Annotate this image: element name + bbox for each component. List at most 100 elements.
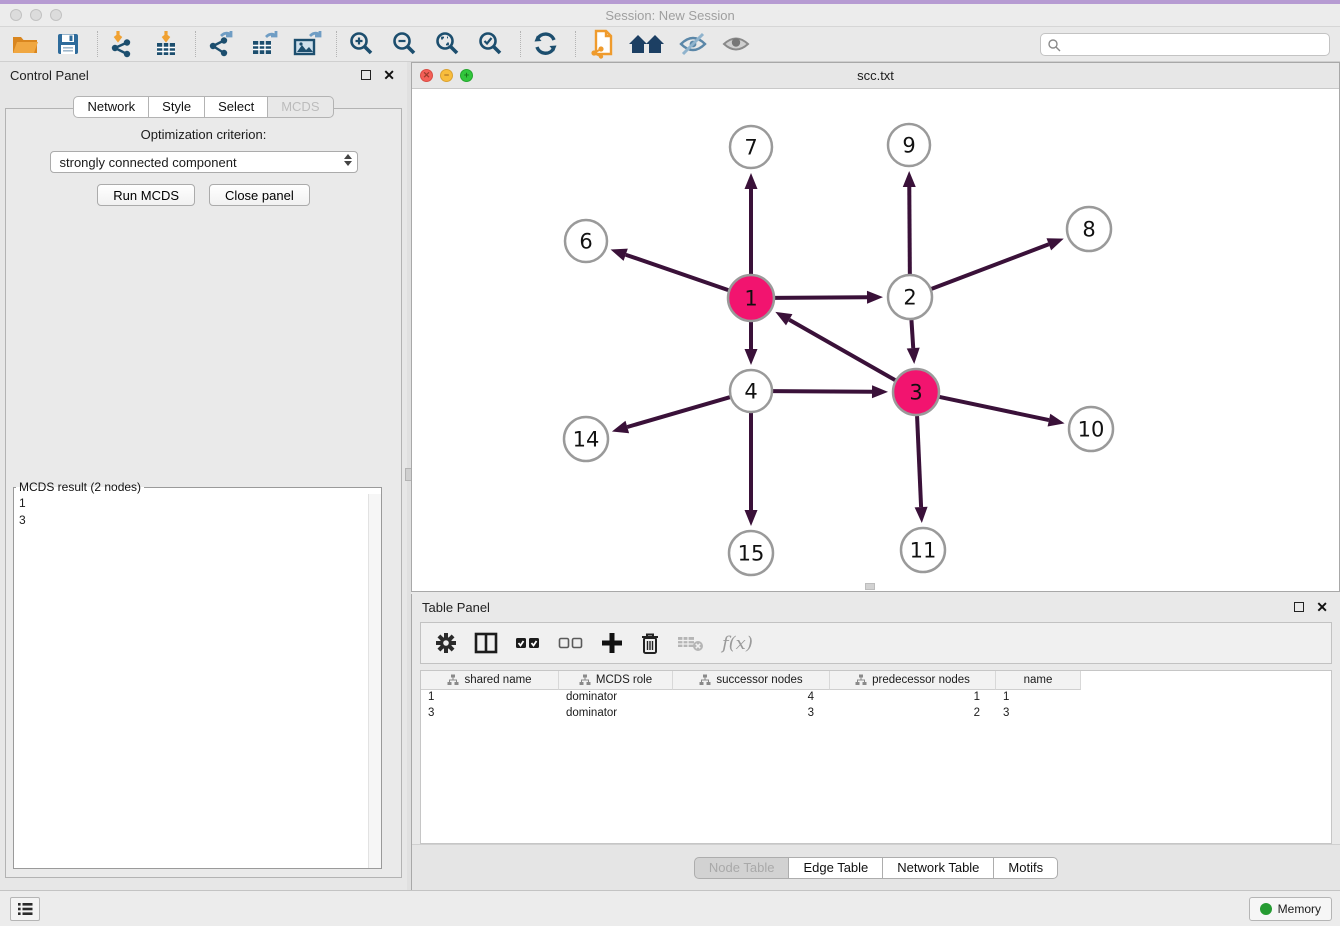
- graph-edge-arrowhead: [872, 385, 888, 398]
- home-button[interactable]: [627, 29, 667, 59]
- criterion-select[interactable]: strongly connected component: [50, 151, 358, 173]
- tab-style[interactable]: Style: [148, 96, 205, 118]
- refresh-button[interactable]: [529, 29, 563, 59]
- cell-mcds-role[interactable]: dominator: [559, 706, 673, 722]
- network-canvas[interactable]: 7968124314101511: [412, 89, 1339, 591]
- tab-mcds[interactable]: MCDS: [267, 96, 333, 118]
- control-panel: Control Panel ✕ Network Style Select MCD…: [0, 62, 407, 890]
- mcds-result-list[interactable]: 1 3: [14, 494, 367, 868]
- function-builder-icon[interactable]: f(x): [722, 633, 753, 654]
- graph-edge-2-3[interactable]: [911, 320, 913, 348]
- open-session-button[interactable]: [8, 29, 42, 59]
- tab-motifs[interactable]: Motifs: [993, 857, 1058, 879]
- graph-node-label: 3: [909, 381, 922, 405]
- cell-shared-name[interactable]: 3: [421, 706, 559, 722]
- graph-edge-4-14[interactable]: [627, 397, 730, 427]
- graph-edge-1-2[interactable]: [775, 297, 867, 298]
- table-panel-title: Table Panel: [422, 600, 490, 615]
- tab-edge-table[interactable]: Edge Table: [788, 857, 883, 879]
- close-panel-icon[interactable]: ✕: [1316, 600, 1328, 614]
- table-row[interactable]: 1 dominator 4 1 1: [421, 690, 1331, 706]
- zoom-fit-button[interactable]: [431, 29, 465, 59]
- graph-node-label: 15: [738, 542, 765, 566]
- toolbar-separator: [575, 31, 576, 57]
- cell-successor-nodes[interactable]: 4: [673, 690, 830, 706]
- cell-name[interactable]: 1: [996, 690, 1081, 706]
- export-network-button[interactable]: [204, 29, 238, 59]
- export-network-icon: [207, 30, 235, 58]
- zoom-selected-button[interactable]: [474, 29, 508, 59]
- graph-edge-2-9[interactable]: [909, 187, 910, 274]
- graph-node-label: 9: [902, 134, 915, 158]
- cell-shared-name[interactable]: 1: [421, 690, 559, 706]
- cell-successor-nodes[interactable]: 3: [673, 706, 830, 722]
- cell-name[interactable]: 3: [996, 706, 1081, 722]
- export-table-button[interactable]: [247, 29, 281, 59]
- import-table-button[interactable]: [149, 29, 183, 59]
- hide-selected-button[interactable]: [676, 29, 710, 59]
- close-panel-icon[interactable]: ✕: [383, 68, 395, 82]
- run-mcds-button[interactable]: Run MCDS: [97, 184, 195, 206]
- graph-edge-3-1[interactable]: [789, 320, 895, 380]
- search-field: [1040, 33, 1330, 56]
- column-header-successor-nodes[interactable]: successor nodes: [673, 671, 830, 690]
- select-all-checkboxes-icon[interactable]: [515, 634, 541, 652]
- cell-mcds-role[interactable]: dominator: [559, 690, 673, 706]
- graph-edge-arrowhead: [915, 507, 928, 523]
- save-session-button[interactable]: [51, 29, 85, 59]
- cell-predecessor-nodes[interactable]: 1: [830, 690, 996, 706]
- zoom-in-button[interactable]: [345, 29, 379, 59]
- graph-node-label: 4: [744, 380, 757, 404]
- save-disk-icon: [55, 31, 81, 57]
- memory-button[interactable]: Memory: [1249, 897, 1332, 921]
- cell-predecessor-nodes[interactable]: 2: [830, 706, 996, 722]
- optimization-criterion-label: Optimization criterion:: [6, 127, 401, 142]
- graph-edge-arrowhead: [612, 421, 629, 433]
- column-header-predecessor-nodes[interactable]: predecessor nodes: [830, 671, 996, 690]
- graph-edge-arrowhead: [745, 349, 758, 365]
- network-graph[interactable]: 7968124314101511: [412, 89, 1339, 591]
- zoom-out-button[interactable]: [388, 29, 422, 59]
- column-header-name[interactable]: name: [996, 671, 1081, 690]
- show-all-button[interactable]: [719, 29, 753, 59]
- float-panel-icon[interactable]: [361, 70, 371, 80]
- canvas-resize-handle[interactable]: [865, 583, 875, 590]
- graph-edge-3-10[interactable]: [939, 397, 1048, 420]
- tab-network[interactable]: Network: [73, 96, 149, 118]
- graph-edge-1-6[interactable]: [626, 255, 729, 290]
- column-header-mcds-role[interactable]: MCDS role: [559, 671, 673, 690]
- node-table[interactable]: shared name MCDS role successor nodes pr…: [420, 670, 1332, 844]
- graph-edge-arrowhead: [611, 249, 628, 261]
- table-tabs-strip: Node Table Edge Table Network Table Moti…: [412, 844, 1340, 890]
- search-input[interactable]: [1040, 33, 1330, 56]
- result-scrollbar[interactable]: [368, 494, 381, 868]
- add-column-icon[interactable]: [601, 632, 623, 654]
- export-image-button[interactable]: [290, 29, 324, 59]
- import-table-icon: [152, 30, 180, 58]
- close-panel-button[interactable]: Close panel: [209, 184, 310, 206]
- zoom-out-icon: [391, 30, 419, 58]
- delete-trash-icon[interactable]: [640, 632, 660, 655]
- delete-table-icon[interactable]: [677, 633, 705, 653]
- settings-gear-icon[interactable]: [435, 632, 457, 654]
- tab-select[interactable]: Select: [204, 96, 268, 118]
- tab-node-table[interactable]: Node Table: [694, 857, 790, 879]
- new-network-from-selection-button[interactable]: [584, 29, 618, 59]
- task-history-button[interactable]: [10, 897, 40, 921]
- deselect-all-checkboxes-icon[interactable]: [558, 634, 584, 652]
- graph-edge-4-3[interactable]: [773, 391, 872, 392]
- float-panel-icon[interactable]: [1294, 602, 1304, 612]
- graph-edge-arrowhead: [1046, 238, 1063, 250]
- tab-network-table[interactable]: Network Table: [882, 857, 994, 879]
- graph-edge-arrowhead: [1048, 414, 1065, 427]
- import-network-button[interactable]: [106, 29, 140, 59]
- table-row[interactable]: 3 dominator 3 2 3: [421, 706, 1331, 722]
- toolbar-separator: [195, 31, 196, 57]
- graph-edge-2-8[interactable]: [932, 244, 1049, 289]
- mcds-result-line: 3: [19, 512, 362, 529]
- split-panel-icon[interactable]: [474, 632, 498, 654]
- column-label: name: [1024, 674, 1053, 686]
- control-panel-header: Control Panel ✕: [0, 62, 407, 88]
- graph-edge-3-11[interactable]: [917, 416, 921, 507]
- column-header-shared-name[interactable]: shared name: [421, 671, 559, 690]
